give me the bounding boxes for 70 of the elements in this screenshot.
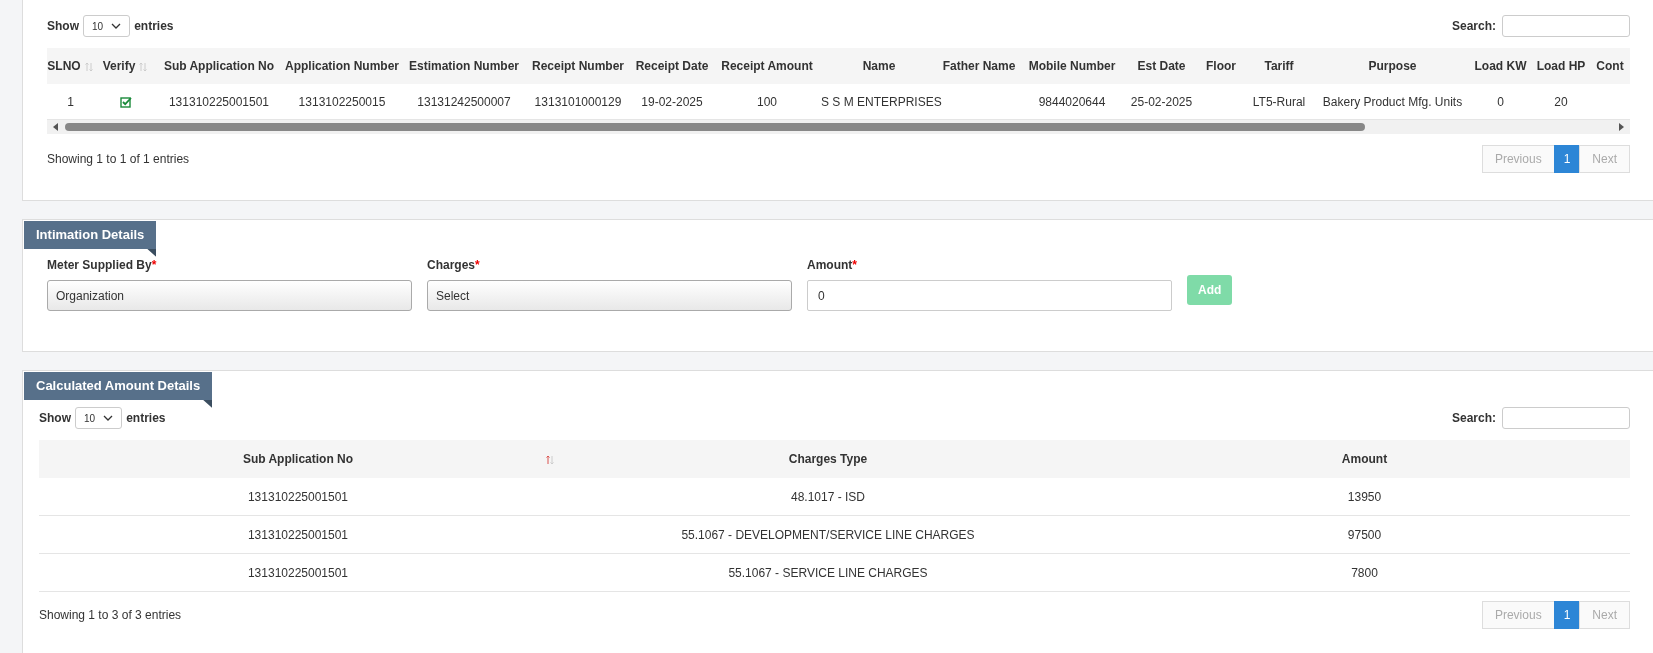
chevron-down-icon xyxy=(103,415,114,421)
table-cell: 1313102250015 xyxy=(298,94,386,109)
section-title: Intimation Details xyxy=(24,221,157,257)
column-header[interactable]: Estimation Number xyxy=(403,48,525,84)
table-info: Showing 1 to 3 of 3 entries xyxy=(39,608,182,622)
table-cell: 13131242500007 xyxy=(417,94,511,109)
show-label: Show xyxy=(39,411,71,425)
column-header[interactable]: SLNO xyxy=(47,48,94,84)
column-header[interactable]: Name xyxy=(821,48,937,84)
column-header[interactable]: Receipt Date xyxy=(631,48,713,84)
page-length-select[interactable]: 10 xyxy=(83,15,131,37)
select-field[interactable]: Select xyxy=(427,280,792,311)
search-field[interactable] xyxy=(1502,15,1630,37)
field-label: Amount* xyxy=(807,258,858,272)
table-cell: 25-02-2025 xyxy=(1130,94,1193,109)
table-cell: 1313101000129 xyxy=(534,94,622,109)
section-title: Calculated Amount Details xyxy=(24,372,213,408)
column-header[interactable]: Sub Application No xyxy=(157,48,281,84)
table-cell: 131310225001501 xyxy=(247,565,349,580)
table-cell: 7800 xyxy=(1351,565,1378,580)
column-header[interactable]: Sub Application No xyxy=(39,440,557,478)
column-header[interactable]: Cont xyxy=(1590,48,1630,84)
table-info: Showing 1 to 1 of 1 entries xyxy=(47,152,190,166)
horizontal-scrollbar[interactable] xyxy=(47,120,1630,134)
field-label: Charges* xyxy=(427,258,481,272)
table-cell: 0 xyxy=(1497,94,1504,109)
table-cell: 131310225001501 xyxy=(168,94,270,109)
column-header[interactable]: Receipt Number xyxy=(525,48,631,84)
column-header[interactable]: Receipt Amount xyxy=(713,48,821,84)
column-header[interactable]: Est Date xyxy=(1123,48,1200,84)
column-header[interactable]: Mobile Number xyxy=(1021,48,1123,84)
table-cell: 19-02-2025 xyxy=(641,94,703,109)
table-cell: 131310225001501 xyxy=(247,489,349,504)
entries-label: entries xyxy=(126,411,166,425)
table-cell: 9844020644 xyxy=(1038,94,1106,109)
column-header[interactable]: Tariff xyxy=(1242,48,1316,84)
scroll-left-icon[interactable] xyxy=(53,123,59,131)
table-cell: 48.1017 - ISD xyxy=(790,489,865,504)
column-header[interactable]: Verify xyxy=(94,48,157,84)
search-label: Search: xyxy=(1451,19,1496,33)
column-header[interactable]: Load HP xyxy=(1532,48,1590,84)
table-cell: S S M ENTERPRISES xyxy=(821,94,942,109)
column-header[interactable]: Amount xyxy=(1099,440,1630,478)
column-header[interactable]: Charges Type xyxy=(557,440,1099,478)
table-cell: 20 xyxy=(1554,94,1568,109)
column-header[interactable]: Purpose xyxy=(1316,48,1469,84)
table-cell: 131310225001501 xyxy=(247,527,349,542)
table-cell: 1 xyxy=(67,94,74,109)
table-cell: 55.1067 - SERVICE LINE CHARGES xyxy=(728,565,928,580)
table-cell: 55.1067 - DEVELOPMENT/SERVICE LINE CHARGES xyxy=(681,527,975,542)
search-field[interactable] xyxy=(1502,407,1630,429)
table-cell: 97500 xyxy=(1347,527,1382,542)
page-length-select[interactable]: 10 xyxy=(75,407,123,429)
table-cell: 13950 xyxy=(1347,489,1382,504)
chevron-down-icon xyxy=(111,23,122,29)
entries-label: entries xyxy=(134,19,174,33)
field-label: Meter Supplied By* xyxy=(47,258,158,272)
checked-checkbox-icon[interactable] xyxy=(119,96,132,109)
column-header[interactable]: Application Number xyxy=(281,48,403,84)
select-field[interactable]: Organization xyxy=(47,280,412,311)
search-label: Search: xyxy=(1451,411,1496,425)
table-cell: 100 xyxy=(757,94,777,109)
input-field[interactable]: 0 xyxy=(807,280,1172,311)
column-header[interactable]: Floor xyxy=(1200,48,1242,84)
table-cell: LT5-Rural xyxy=(1252,94,1306,109)
column-header[interactable]: Load KW xyxy=(1469,48,1532,84)
column-header[interactable]: Father Name xyxy=(937,48,1021,84)
table-cell: Bakery Product Mfg. Units xyxy=(1322,94,1463,109)
show-label: Show xyxy=(47,19,79,33)
scroll-right-icon[interactable] xyxy=(1618,123,1624,131)
